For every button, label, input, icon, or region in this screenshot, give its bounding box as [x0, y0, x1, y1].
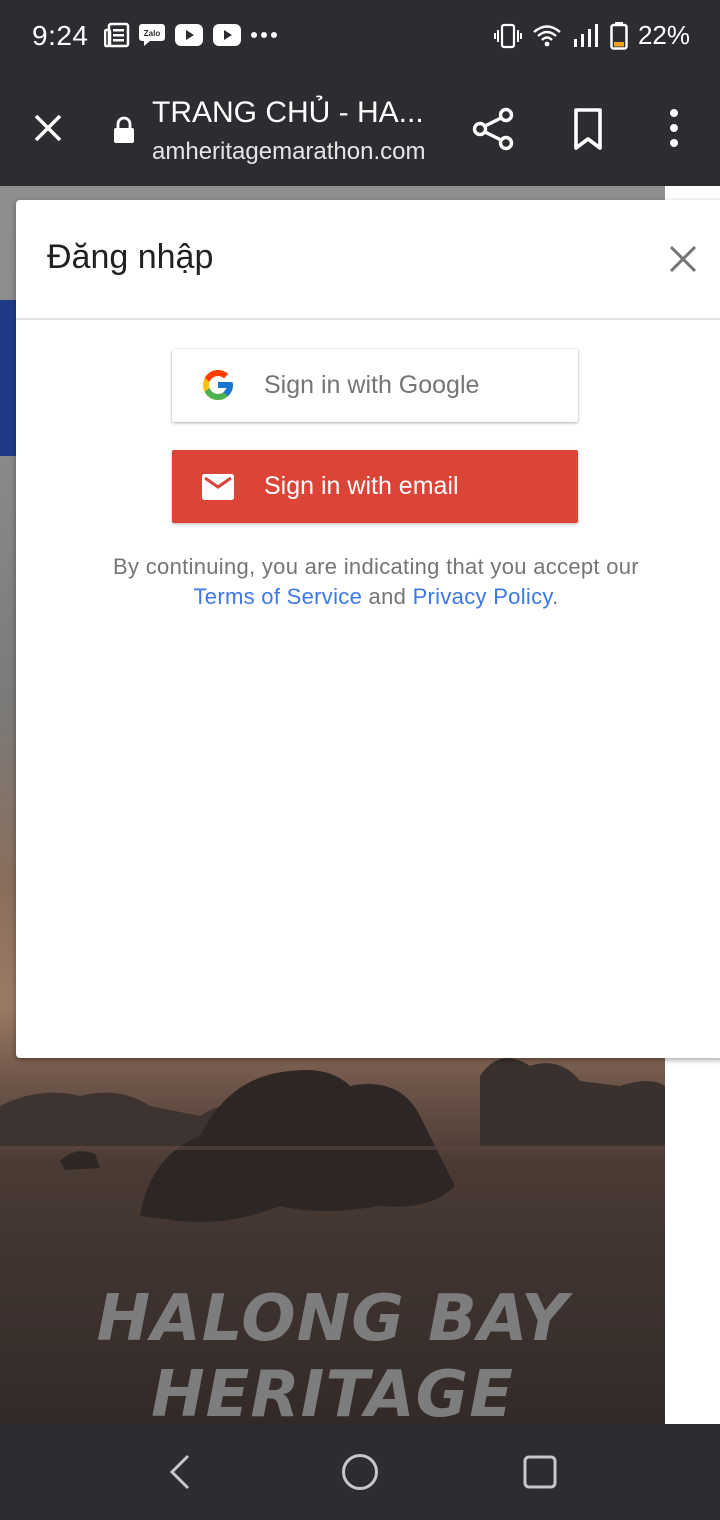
youtube-icon [175, 24, 203, 46]
system-nav-bar [0, 1424, 720, 1520]
youtube-icon [213, 24, 241, 46]
recents-icon[interactable] [522, 1454, 558, 1490]
status-time: 9:24 [32, 20, 89, 51]
halong-islands-image [0, 1058, 665, 1222]
legal-notice: By continuing, you are indicating that y… [56, 552, 696, 612]
legal-period: . [552, 584, 559, 609]
privacy-policy-link[interactable]: Privacy Policy [413, 584, 553, 609]
battery-percent: 22% [637, 20, 690, 50]
status-bar: 9:24 Zalo 22% [0, 0, 720, 72]
page-title[interactable]: TRANG CHỦ - HA... [152, 96, 424, 130]
email-button-label: Sign in with email [264, 472, 459, 500]
close-icon[interactable] [666, 242, 700, 276]
dialog-divider [16, 318, 720, 320]
zalo-icon: Zalo [139, 24, 165, 46]
legal-text: By continuing, you are indicating that y… [113, 554, 639, 579]
share-icon[interactable] [470, 106, 516, 152]
hero-title-line1: HALONG BAY [96, 1282, 569, 1356]
home-icon[interactable] [340, 1452, 380, 1492]
close-icon[interactable] [28, 108, 68, 148]
vibrate-icon [493, 23, 522, 48]
wifi-icon [533, 24, 561, 46]
sign-in-email-button[interactable]: Sign in with email [172, 450, 578, 523]
sign-in-google-button[interactable]: Sign in with Google [172, 349, 578, 422]
mail-icon [202, 474, 234, 500]
google-icon [203, 370, 233, 400]
notification-icons: Zalo [104, 22, 278, 48]
browser-toolbar: TRANG CHỦ - HA... amheritagemarathon.com [0, 72, 720, 186]
dialog-title: Đăng nhập [47, 238, 214, 276]
more-vert-icon[interactable] [660, 106, 688, 152]
battery-low-icon [610, 21, 628, 50]
legal-and: and [368, 584, 407, 609]
lock-icon [114, 116, 134, 143]
page-url[interactable]: amheritagemarathon.com [152, 138, 425, 166]
zalo-label: Zalo [144, 29, 161, 38]
system-status-icons: 22% [493, 20, 690, 51]
signal-icon [573, 23, 598, 47]
more-dots-icon [251, 32, 277, 38]
sign-in-dialog: Đăng nhập Sign in with Google Sign in wi… [16, 200, 720, 1058]
google-button-label: Sign in with Google [264, 371, 480, 399]
news-icon [104, 22, 130, 48]
back-icon[interactable] [162, 1452, 198, 1492]
terms-of-service-link[interactable]: Terms of Service [194, 584, 363, 609]
hero-title-line2: HERITAGE [151, 1358, 514, 1424]
bookmark-icon[interactable] [568, 106, 608, 152]
